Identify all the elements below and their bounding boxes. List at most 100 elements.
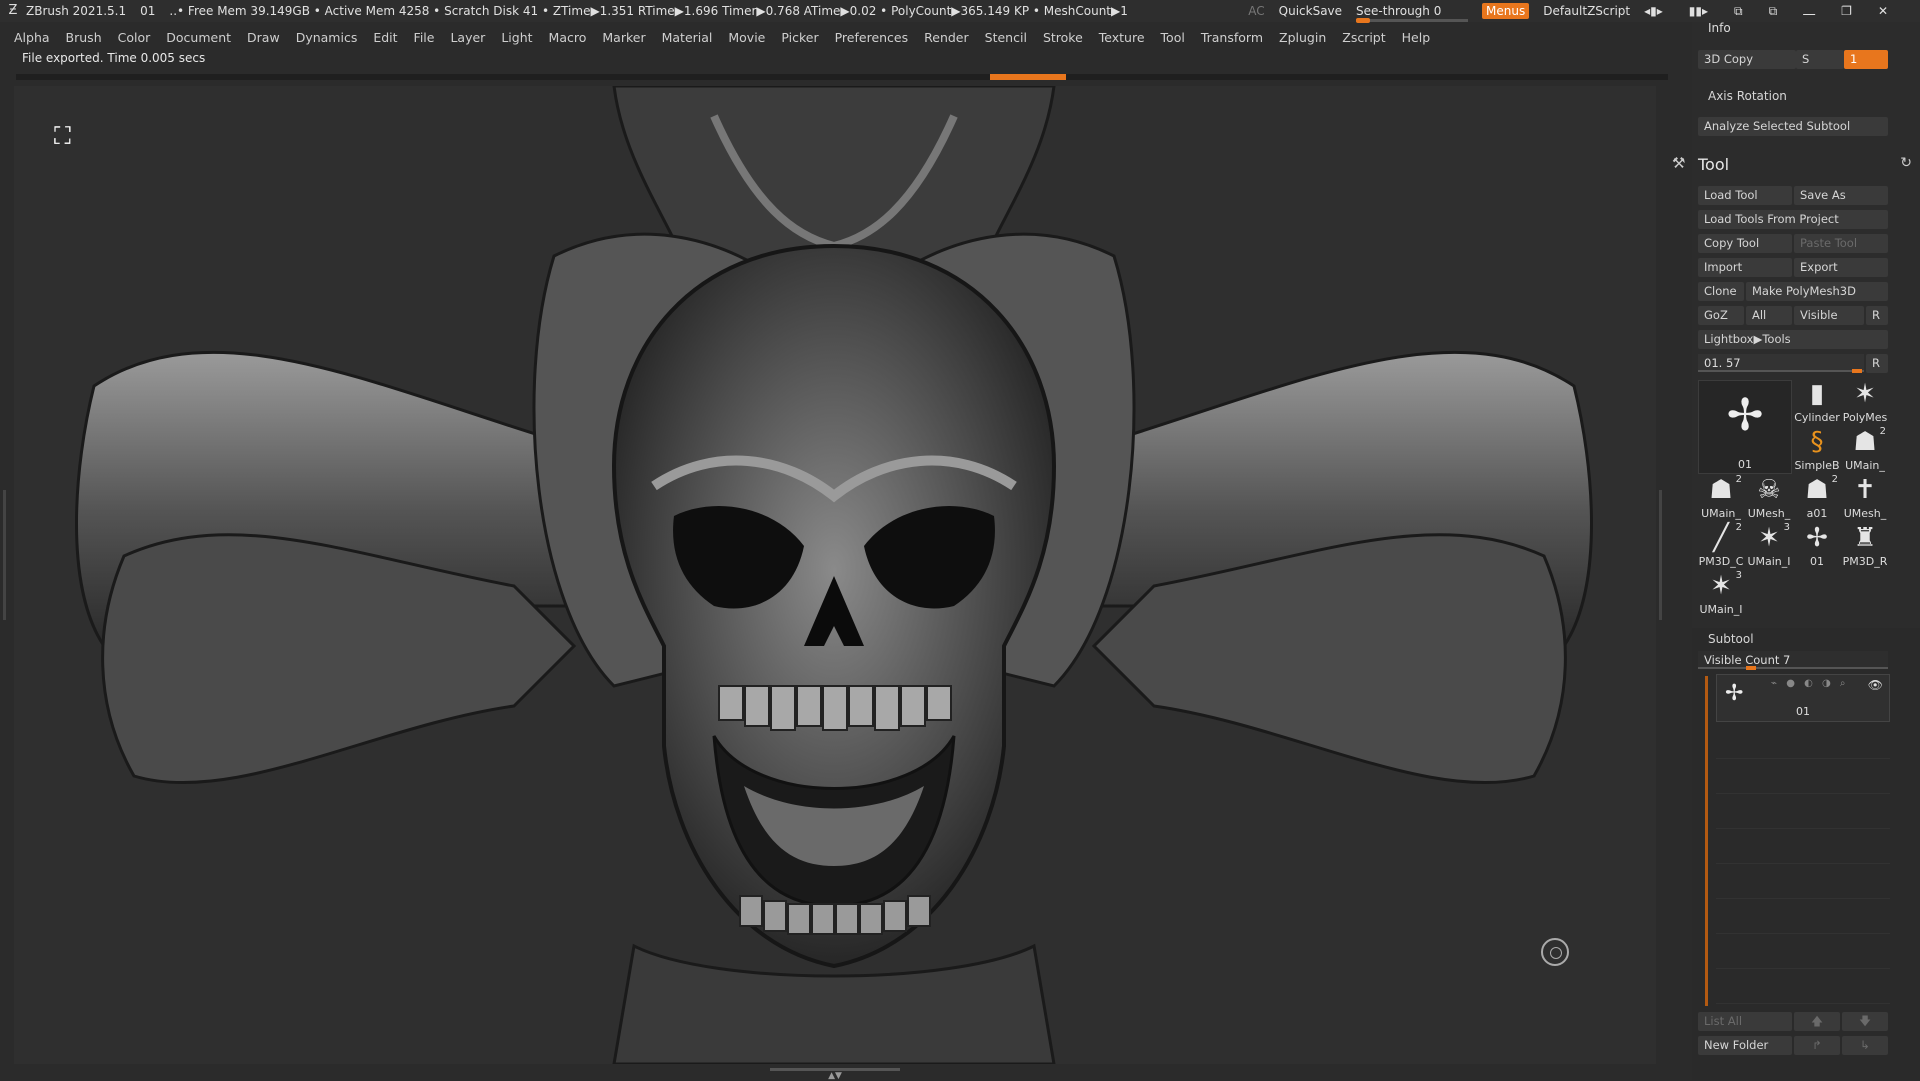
visible-count-slider[interactable]: Visible Count 7 xyxy=(1698,651,1888,670)
current-tool-thumbnail[interactable]: ✢ 01 xyxy=(1698,380,1792,474)
move-into-folder-icon[interactable]: ↱ xyxy=(1794,1036,1840,1055)
default-zscript-button[interactable]: DefaultZScript xyxy=(1543,4,1630,18)
tool-thumbnail[interactable]: ✢ 01 xyxy=(1794,522,1840,568)
tool-thumbnail-label: PM3D_C xyxy=(1698,555,1744,568)
visible-count-knob[interactable] xyxy=(1746,666,1756,670)
menu-stencil[interactable]: Stencil xyxy=(985,30,1027,45)
analyze-subtool-button[interactable]: Analyze Selected Subtool xyxy=(1698,117,1888,136)
menu-material[interactable]: Material xyxy=(662,30,713,45)
window-swap-2-icon[interactable]: ⧉ xyxy=(1769,4,1778,19)
see-through-knob[interactable] xyxy=(1356,18,1371,23)
tool-thumbnail-count: 3 xyxy=(1735,570,1742,581)
eye-icon[interactable]: 👁 xyxy=(1868,678,1883,692)
layout-icon[interactable]: ◂▮▸ xyxy=(1644,4,1663,19)
menu-color[interactable]: Color xyxy=(118,30,151,45)
tool-thumbnail[interactable]: ╱ 2 PM3D_C xyxy=(1698,522,1744,568)
menu-marker[interactable]: Marker xyxy=(602,30,645,45)
layout-2-icon[interactable]: ▮▮▸ xyxy=(1689,4,1708,19)
goz-r-button[interactable]: R xyxy=(1866,306,1888,325)
s-value-field[interactable]: 1 xyxy=(1844,50,1888,69)
tool-slider-knob[interactable] xyxy=(1852,369,1862,373)
tool-slider[interactable]: 01. 57 xyxy=(1698,354,1864,373)
left-tray-handle[interactable] xyxy=(3,490,14,620)
tool-thumbnail[interactable]: ☗ 2 a01 xyxy=(1794,474,1840,520)
3d-copy-button[interactable]: 3D Copy xyxy=(1698,50,1796,69)
restore-icon[interactable]: ❐ xyxy=(1841,4,1852,19)
tool-thumbnail[interactable]: ☗ 2 UMain_ xyxy=(1698,474,1744,520)
lightbox-tools-button[interactable]: Lightbox▶Tools xyxy=(1698,330,1888,349)
tool-thumbnail[interactable]: ☗ 2 UMain_ xyxy=(1842,426,1888,472)
subtool-item[interactable]: ✢ ⌁ ● ◐ ◑ ⌕ 👁 01 xyxy=(1716,674,1890,722)
tool-thumbnail[interactable]: ✝ UMesh_ xyxy=(1842,474,1888,520)
menu-layer[interactable]: Layer xyxy=(450,30,485,45)
goz-button[interactable]: GoZ xyxy=(1698,306,1744,325)
cross-icon: ✝ xyxy=(1854,475,1876,505)
current-tool-icon: ✢ xyxy=(1726,390,1764,441)
menu-stroke[interactable]: Stroke xyxy=(1043,30,1083,45)
move-up-icon[interactable]: 🡅 xyxy=(1794,1012,1840,1031)
clone-button[interactable]: Clone xyxy=(1698,282,1744,301)
menu-file[interactable]: File xyxy=(414,30,435,45)
import-button[interactable]: Import xyxy=(1698,258,1792,277)
subtool-options-icons[interactable]: ⌁ ● ◐ ◑ ⌕ xyxy=(1771,678,1849,689)
tool-slider-r-button[interactable]: R xyxy=(1866,354,1888,373)
tool-thumbnail-label: UMesh_ xyxy=(1747,507,1791,520)
move-out-folder-icon[interactable]: ↳ xyxy=(1842,1036,1888,1055)
expand-icon[interactable]: ⛶ xyxy=(54,124,88,148)
menu-light[interactable]: Light xyxy=(501,30,532,45)
copy-tool-button[interactable]: Copy Tool xyxy=(1698,234,1792,253)
tool-thumbnail[interactable]: ✶ 3 UMain_I xyxy=(1746,522,1792,568)
menu-dynamics[interactable]: Dynamics xyxy=(296,30,358,45)
tool-thumbnail[interactable]: ✶ PolyMes xyxy=(1842,378,1888,424)
load-tool-button[interactable]: Load Tool xyxy=(1698,186,1792,205)
move-down-icon[interactable]: 🡇 xyxy=(1842,1012,1888,1031)
list-all-button[interactable]: List All xyxy=(1698,1012,1792,1031)
menu-draw[interactable]: Draw xyxy=(247,30,280,45)
subtool-title[interactable]: Subtool xyxy=(1708,632,1754,646)
menu-alpha[interactable]: Alpha xyxy=(14,30,50,45)
menus-toggle-button[interactable]: Menus xyxy=(1482,3,1530,19)
refresh-icon[interactable]: ↻ xyxy=(1900,155,1912,171)
tool-thumbnail-label: Cylinder xyxy=(1794,411,1840,424)
bottom-tray-handle[interactable]: ▲▼ xyxy=(770,1068,900,1081)
menu-edit[interactable]: Edit xyxy=(373,30,397,45)
menu-render[interactable]: Render xyxy=(924,30,969,45)
menu-tool[interactable]: Tool xyxy=(1161,30,1185,45)
canvas-viewport[interactable]: ⛶ xyxy=(14,86,1656,1064)
menu-zplugin[interactable]: Zplugin xyxy=(1279,30,1326,45)
right-tray-handle[interactable] xyxy=(1659,490,1670,620)
goz-all-button[interactable]: All xyxy=(1746,306,1792,325)
load-tools-from-project-button[interactable]: Load Tools From Project xyxy=(1698,210,1888,229)
menu-transform[interactable]: Transform xyxy=(1201,30,1263,45)
gizmo-icon[interactable] xyxy=(1541,938,1569,966)
tool-thumbnail[interactable]: ✶ 3 UMain_I xyxy=(1698,570,1744,616)
tool-thumbnail[interactable]: ♜ PM3D_R xyxy=(1842,522,1888,568)
menu-preferences[interactable]: Preferences xyxy=(835,30,909,45)
tool-thumbnail[interactable]: ☠ UMesh_ xyxy=(1746,474,1792,520)
menu-help[interactable]: Help xyxy=(1402,30,1431,45)
paste-tool-button[interactable]: Paste Tool xyxy=(1794,234,1888,253)
tool-thumbnail[interactable]: ▮ Cylinder xyxy=(1794,378,1840,424)
window-swap-icon[interactable]: ⧉ xyxy=(1734,4,1743,19)
make-polymesh3d-button[interactable]: Make PolyMesh3D xyxy=(1746,282,1888,301)
see-through-slider[interactable]: See-through 0 xyxy=(1356,4,1469,23)
tool-palette-header[interactable]: ⚒ Tool ↻ xyxy=(1672,154,1912,174)
goz-visible-button[interactable]: Visible xyxy=(1794,306,1864,325)
minimize-icon[interactable]: ⎼ xyxy=(1803,4,1815,19)
menu-document[interactable]: Document xyxy=(166,30,231,45)
close-icon[interactable]: ✕ xyxy=(1878,4,1888,19)
quicksave-button[interactable]: QuickSave xyxy=(1279,4,1342,18)
menu-brush[interactable]: Brush xyxy=(66,30,102,45)
save-as-button[interactable]: Save As xyxy=(1794,186,1888,205)
menu-zscript[interactable]: Zscript xyxy=(1342,30,1385,45)
title-bar-controls: AC QuickSave See-through 0 Menus Default… xyxy=(1248,0,1920,23)
tool-thumbnail[interactable]: § SimpleB xyxy=(1794,426,1840,472)
menu-texture[interactable]: Texture xyxy=(1099,30,1145,45)
export-button[interactable]: Export xyxy=(1794,258,1888,277)
axis-rotation-label[interactable]: Axis Rotation xyxy=(1708,89,1787,103)
menu-picker[interactable]: Picker xyxy=(781,30,818,45)
menu-macro[interactable]: Macro xyxy=(549,30,587,45)
new-folder-button[interactable]: New Folder xyxy=(1698,1036,1792,1055)
subtool-scrollbar[interactable] xyxy=(1705,676,1708,1006)
menu-movie[interactable]: Movie xyxy=(728,30,765,45)
